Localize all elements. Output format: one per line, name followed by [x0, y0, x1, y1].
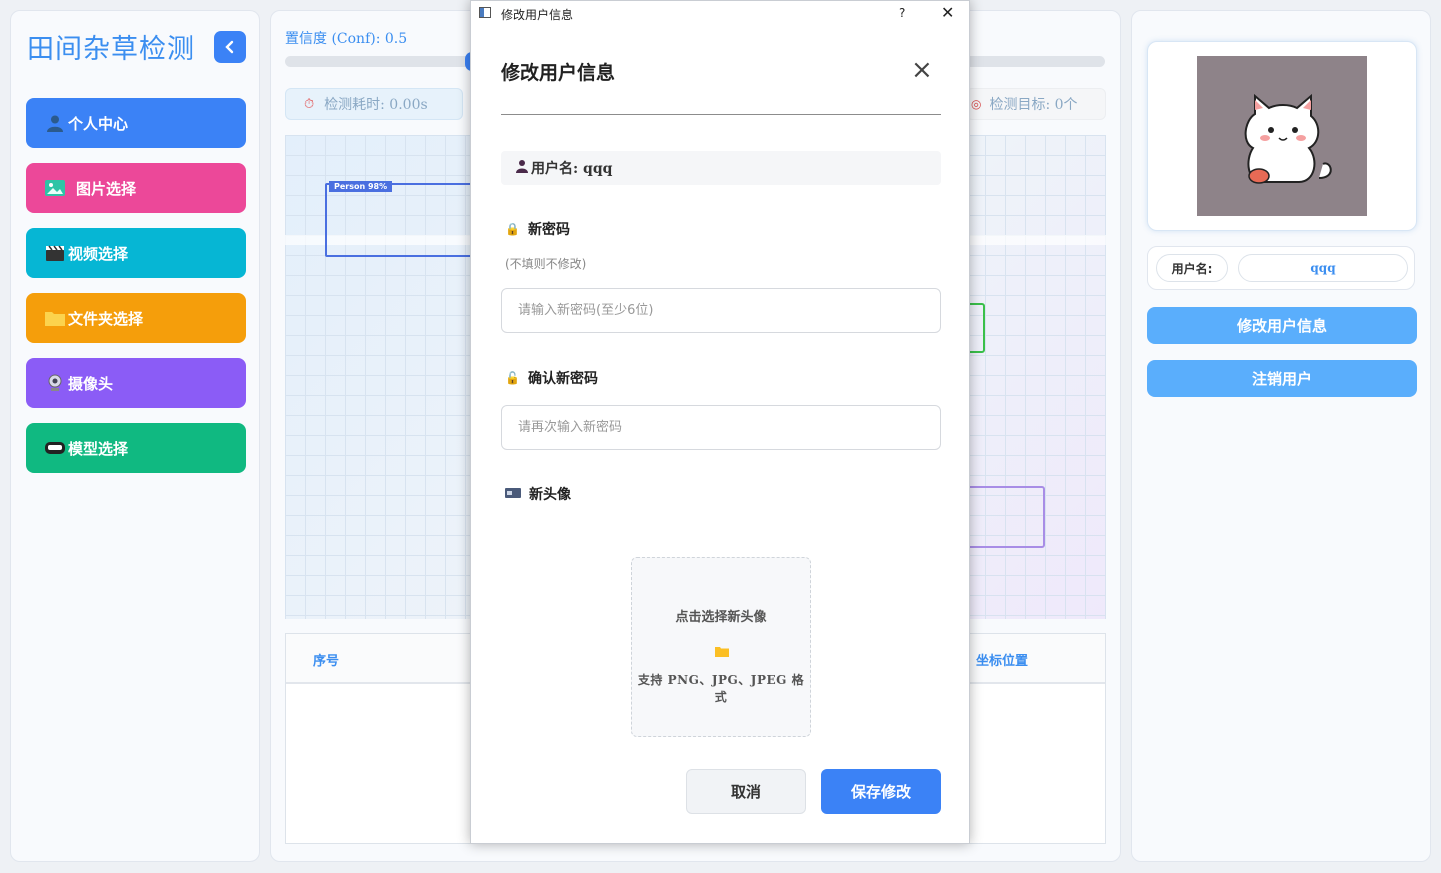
divider	[501, 114, 941, 115]
unlocked-icon: 🔓	[505, 371, 520, 385]
window-titlebar: 修改用户信息 ? ✕	[471, 1, 969, 27]
nav-image-select[interactable]: 图片选择	[26, 163, 246, 213]
time-value: 检测耗时: 0.00s	[324, 97, 428, 113]
confidence-label: 置信度 (Conf): 0.5	[285, 31, 408, 47]
dialog-body: 修改用户信息 × 用户名: qqq 🔒 新密码 (不填则不修改) 🔓 确认新密码…	[471, 29, 969, 843]
profile-panel: 用户名: qqq 修改用户信息 注销用户	[1131, 10, 1431, 862]
col-position[interactable]: 坐标位置	[976, 650, 1028, 669]
nav-label: 摄像头	[68, 374, 114, 393]
avatar-card	[1147, 41, 1417, 231]
label-text: 新头像	[529, 487, 571, 503]
window-close-button[interactable]: ✕	[941, 3, 954, 22]
folder-icon	[44, 308, 66, 328]
nav-label: 视频选择	[68, 244, 129, 263]
detection-box: Person 98%	[325, 181, 479, 257]
sidebar: 田间杂草检测 个人中心 图片选择 视频选择 文件夹选择 摄像头 模型选择	[10, 10, 260, 862]
edit-user-dialog: 修改用户信息 ? ✕ 修改用户信息 × 用户名: qqq 🔒 新密码 (不填则不…	[470, 0, 970, 844]
folder-icon	[715, 642, 729, 661]
clapper-icon	[44, 243, 66, 263]
label-text: 确认新密码	[527, 371, 598, 387]
person-icon	[44, 113, 66, 133]
nav-label: 个人中心	[68, 114, 129, 133]
current-username-row: 用户名: qqq	[501, 151, 941, 185]
current-username: 用户名: qqq	[531, 161, 613, 177]
collapse-sidebar-button[interactable]	[214, 31, 246, 63]
nav-video-select[interactable]: 视频选择	[26, 228, 246, 278]
confirm-password-input[interactable]	[501, 405, 941, 450]
detection-label: Person 98%	[329, 181, 393, 192]
image-icon	[44, 178, 66, 198]
target-icon: ◎	[971, 97, 982, 111]
col-index[interactable]: 序号	[313, 650, 339, 669]
nav-webcam[interactable]: 摄像头	[26, 358, 246, 408]
nav-label: 文件夹选择	[68, 309, 144, 328]
cat-avatar-image	[1244, 93, 1332, 184]
confirm-password-label: 🔓 确认新密码	[505, 368, 598, 388]
lock-icon: 🔒	[505, 222, 520, 236]
cancel-button[interactable]: 取消	[686, 769, 806, 814]
dialog-close-icon[interactable]: ×	[911, 57, 933, 83]
username-label: 用户名:	[1156, 254, 1228, 282]
new-password-label: 🔒 新密码	[505, 219, 570, 239]
nav-folder-select[interactable]: 文件夹选择	[26, 293, 246, 343]
target-value: 检测目标: 0个	[989, 97, 1078, 113]
new-password-input[interactable]	[501, 288, 941, 333]
chevron-left-icon	[225, 40, 234, 54]
detection-time-stat: ⏱ 检测耗时: 0.00s	[285, 88, 463, 120]
nav-label: 模型选择	[68, 439, 129, 458]
upload-title: 点击选择新头像	[675, 610, 767, 625]
logout-button[interactable]: 注销用户	[1147, 360, 1417, 397]
username-row: 用户名: qqq	[1147, 246, 1415, 290]
detection-target-stat: ◎ 检测目标: 0个	[966, 88, 1106, 120]
username-value: qqq	[1238, 254, 1408, 282]
stopwatch-icon: ⏱	[304, 96, 315, 112]
new-avatar-label: 新头像	[505, 484, 571, 504]
app-title: 田间杂草检测	[27, 34, 195, 65]
window-icon	[479, 7, 491, 18]
help-button[interactable]: ?	[899, 6, 905, 20]
edit-user-button[interactable]: 修改用户信息	[1147, 307, 1417, 344]
user-silhouette-icon	[515, 159, 529, 177]
save-button[interactable]: 保存修改	[821, 769, 941, 814]
nav-personal-center[interactable]: 个人中心	[26, 98, 246, 148]
new-password-hint: (不填则不修改)	[505, 257, 587, 271]
webcam-icon	[44, 373, 66, 393]
window-title: 修改用户信息	[501, 8, 574, 22]
upload-formats: 支持 PNG、JPG、JPEG 格式	[637, 673, 805, 704]
vr-headset-icon	[44, 438, 66, 458]
avatar-upload-area[interactable]: 点击选择新头像 支持 PNG、JPG、JPEG 格式	[631, 557, 811, 737]
nav-label: 图片选择	[76, 179, 137, 198]
nav-model-select[interactable]: 模型选择	[26, 423, 246, 473]
id-card-icon	[505, 487, 521, 501]
dialog-heading: 修改用户信息	[501, 62, 616, 84]
avatar	[1197, 56, 1367, 216]
label-text: 新密码	[527, 222, 570, 238]
